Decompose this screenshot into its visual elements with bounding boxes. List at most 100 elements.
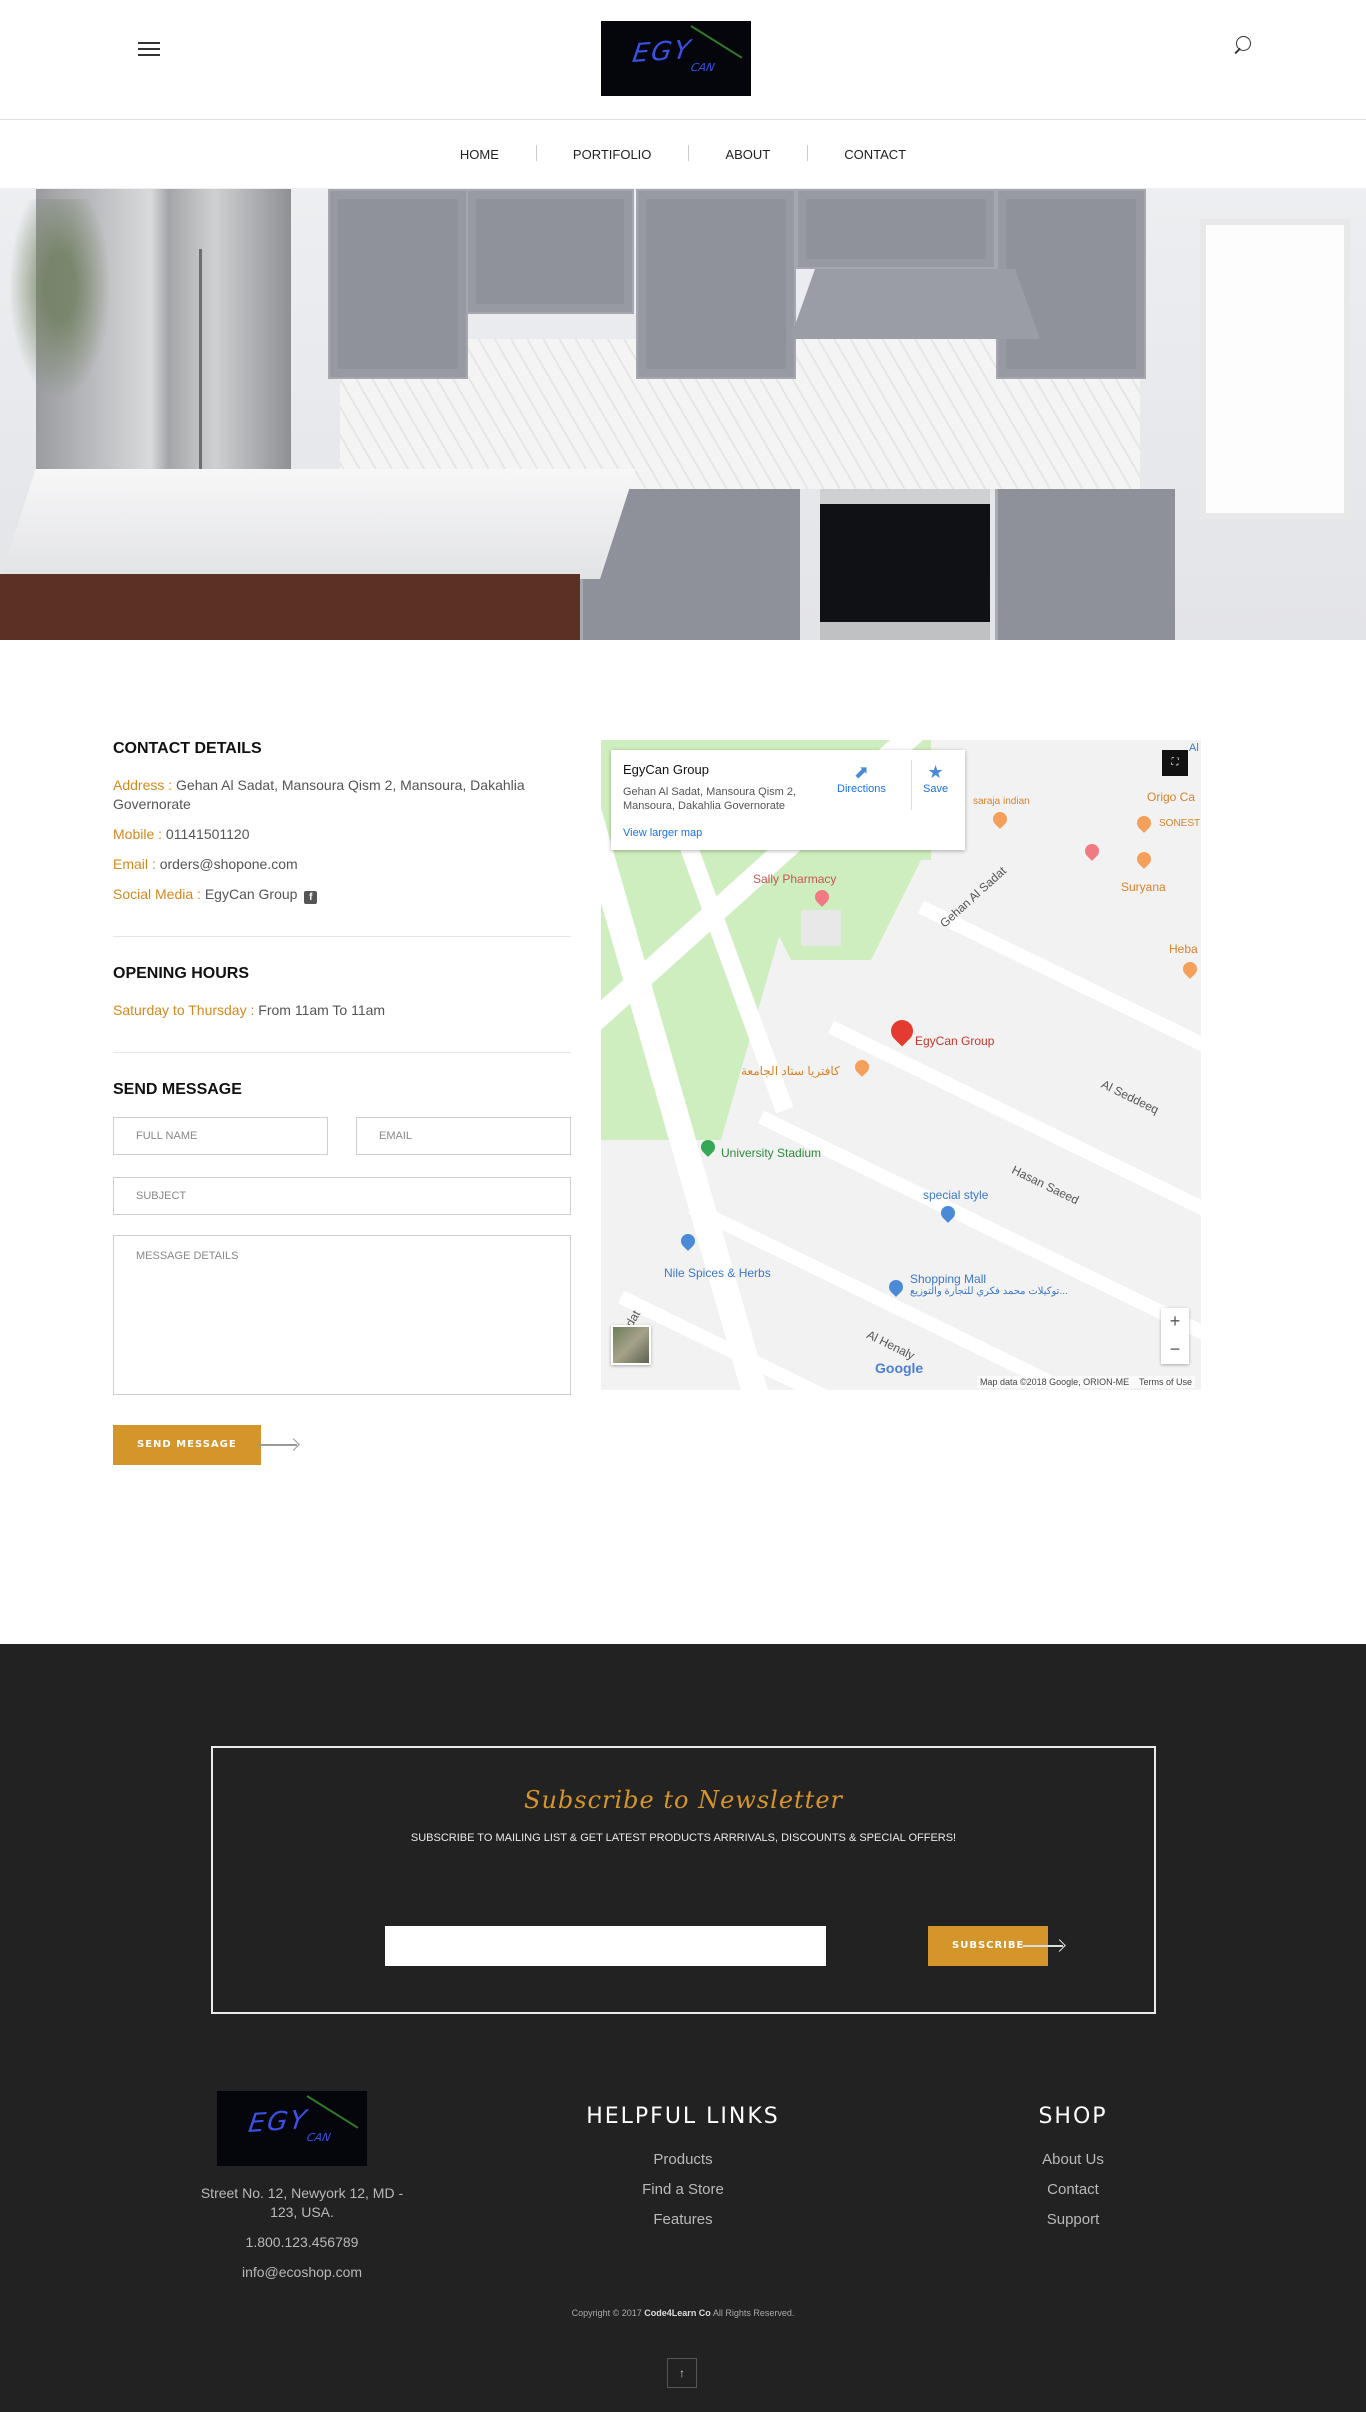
- map-label-university-stadium[interactable]: University Stadium: [721, 1146, 821, 1160]
- map-label-origo-cafe[interactable]: Origo Ca: [1147, 790, 1195, 804]
- google-map[interactable]: EgyCan Group Gehan Al Sadat, Mansoura Qi…: [601, 740, 1201, 1390]
- copyright: Copyright © 2017 Code4Learn Co All Right…: [0, 2308, 1366, 2318]
- zoom-out-button[interactable]: −: [1161, 1336, 1189, 1364]
- directions-label: Directions: [837, 783, 886, 795]
- hero-kitchen-image: [0, 189, 1366, 640]
- arrow-right-icon: [1023, 1939, 1067, 1952]
- copyright-brand[interactable]: Code4Learn Co: [644, 2308, 711, 2318]
- copyright-suffix: All Rights Reserved.: [712, 2308, 795, 2318]
- footer-link-support[interactable]: Support: [973, 2211, 1173, 2228]
- zoom-in-button[interactable]: +: [1161, 1308, 1189, 1336]
- logo-text: EGY: [630, 34, 694, 70]
- social-value[interactable]: EgyCan Group: [205, 886, 298, 902]
- footer-logo[interactable]: EGY CAN: [217, 2091, 367, 2166]
- restaurant-pin-icon[interactable]: [1082, 841, 1102, 861]
- email-value[interactable]: orders@shopone.com: [160, 856, 298, 872]
- email-input[interactable]: EMAIL: [356, 1117, 571, 1155]
- hours-line: Saturday to Thursday : From 11am To 11am: [113, 1001, 571, 1020]
- map-label-hasan-saeed: Hasan Saeed: [1009, 1162, 1082, 1208]
- footer-link-contact[interactable]: Contact: [973, 2181, 1173, 2198]
- menu-icon[interactable]: [138, 42, 160, 58]
- map-label-cafeteria[interactable]: كافتريا ستاد الجامعة: [741, 1064, 840, 1078]
- view-larger-map-link[interactable]: View larger map: [623, 827, 953, 839]
- subject-input[interactable]: SUBJECT: [113, 1177, 571, 1215]
- map-data-text: Map data ©2018 Google, ORION-ME: [979, 1377, 1130, 1387]
- map-place-address: Gehan Al Sadat, Mansoura Qism 2, Mansour…: [623, 786, 797, 812]
- restaurant-pin-icon[interactable]: [1134, 813, 1154, 833]
- social-line: Social Media : EgyCan Group f: [113, 885, 571, 904]
- star-icon: ★: [927, 762, 944, 782]
- map-label-shopping-mall[interactable]: Shopping Mall: [910, 1272, 986, 1286]
- newsletter-title: Subscribe to Newsletter: [524, 1786, 843, 1814]
- top-header: EGY CAN: [0, 0, 1366, 120]
- map-label-saraja-indian[interactable]: saraja indian: [973, 796, 1030, 807]
- map-label-suryana[interactable]: Suryana: [1121, 880, 1166, 894]
- message-textarea[interactable]: MESSAGE DETAILS: [113, 1235, 571, 1395]
- back-to-top-button[interactable]: ↑: [667, 2358, 697, 2388]
- send-message-title: SEND MESSAGE: [113, 1081, 242, 1098]
- opening-hours-title: OPENING HOURS: [113, 965, 250, 982]
- email-label: Email :: [113, 856, 156, 872]
- satellite-toggle[interactable]: [611, 1325, 651, 1365]
- address-value: Gehan Al Sadat, Mansoura Qism 2, Mansour…: [113, 777, 525, 812]
- logo-streak: [690, 25, 743, 59]
- map-label-nile-spices[interactable]: Nile Spices & Herbs: [664, 1266, 771, 1280]
- footer-link-features[interactable]: Features: [533, 2211, 833, 2228]
- helpful-links-title: HELPFUL LINKS: [586, 2104, 780, 2129]
- footer-link-find-store[interactable]: Find a Store: [533, 2181, 833, 2198]
- map-place-card: EgyCan Group Gehan Al Sadat, Mansoura Qi…: [611, 750, 965, 850]
- map-label-egycan-group[interactable]: EgyCan Group: [915, 1034, 994, 1048]
- newsletter-box: Subscribe to Newsletter SUBSCRIBE TO MAI…: [211, 1746, 1156, 2014]
- save-place-button[interactable]: ★ Save: [923, 762, 948, 795]
- footer-link-products[interactable]: Products: [533, 2151, 833, 2168]
- map-attribution: Map data ©2018 Google, ORION-ME Terms of…: [976, 1376, 1195, 1388]
- nav-portfolio[interactable]: PORTIFOLIO: [535, 145, 689, 162]
- newsletter-email-input[interactable]: [385, 1926, 826, 1966]
- divider: [113, 936, 571, 937]
- terms-of-use-link[interactable]: Terms of Use: [1139, 1377, 1192, 1387]
- mobile-line: Mobile : 01141501120: [113, 825, 571, 844]
- hours-label: Saturday to Thursday :: [113, 1002, 255, 1018]
- logo-subtext: CAN: [689, 61, 716, 74]
- nav-home[interactable]: HOME: [423, 147, 536, 162]
- address-label: Address :: [113, 777, 173, 793]
- map-label-mall-arabic: توكيلات محمد فكري للتجارة والتوزيع...: [910, 1286, 1068, 1297]
- hours-value: From 11am To 11am: [258, 1002, 386, 1018]
- save-label: Save: [923, 783, 949, 795]
- restaurant-pin-icon[interactable]: [1180, 959, 1200, 979]
- footer-email[interactable]: info@ecoshop.com: [196, 2263, 408, 2282]
- nav-about[interactable]: ABOUT: [688, 145, 807, 162]
- site-footer: Subscribe to Newsletter SUBSCRIBE TO MAI…: [0, 1644, 1366, 2412]
- nav-contact[interactable]: CONTACT: [807, 145, 943, 162]
- send-message-button[interactable]: SEND MESSAGE: [113, 1425, 261, 1465]
- location-pin-icon[interactable]: [886, 1015, 918, 1047]
- mobile-value[interactable]: 01141501120: [166, 826, 250, 842]
- facebook-icon[interactable]: f: [304, 891, 318, 904]
- shop-pin-icon[interactable]: [678, 1231, 698, 1251]
- social-label: Social Media :: [113, 886, 201, 902]
- footer-link-about-us[interactable]: About Us: [973, 2151, 1173, 2168]
- search-icon[interactable]: [1232, 36, 1252, 58]
- address-line: Address : Gehan Al Sadat, Mansoura Qism …: [113, 776, 571, 814]
- map-label-sally-pharmacy[interactable]: Sally Pharmacy: [753, 872, 836, 886]
- restaurant-pin-icon[interactable]: [1134, 849, 1154, 869]
- arrow-right-icon: [256, 1438, 301, 1451]
- footer-contact: Street No. 12, Newyork 12, MD - 123, USA…: [196, 2184, 408, 2293]
- site-logo[interactable]: EGY CAN: [601, 21, 751, 96]
- map-label-heba[interactable]: Heba: [1169, 942, 1198, 956]
- stadium-pin-icon[interactable]: [698, 1137, 718, 1157]
- footer-logo-text: EGY: [246, 2104, 310, 2140]
- map-label-special-style[interactable]: special style: [923, 1188, 988, 1202]
- fullscreen-icon[interactable]: ⛶: [1162, 750, 1188, 776]
- map-label-al-henaly: Al Henaly: [864, 1327, 917, 1363]
- restaurant-pin-icon[interactable]: [990, 809, 1010, 829]
- directions-button[interactable]: ⬈ Directions: [837, 762, 886, 795]
- footer-phone[interactable]: 1.800.123.456789: [196, 2233, 408, 2252]
- map-label-sonesta[interactable]: SONEST: [1159, 818, 1200, 829]
- mobile-label: Mobile :: [113, 826, 163, 842]
- directions-icon: ⬈: [853, 762, 869, 782]
- cafe-pin-icon[interactable]: [852, 1057, 872, 1077]
- full-name-input[interactable]: FULL NAME: [113, 1117, 328, 1155]
- contact-details-title: CONTACT DETAILS: [113, 740, 262, 757]
- mall-pin-icon[interactable]: [886, 1277, 906, 1297]
